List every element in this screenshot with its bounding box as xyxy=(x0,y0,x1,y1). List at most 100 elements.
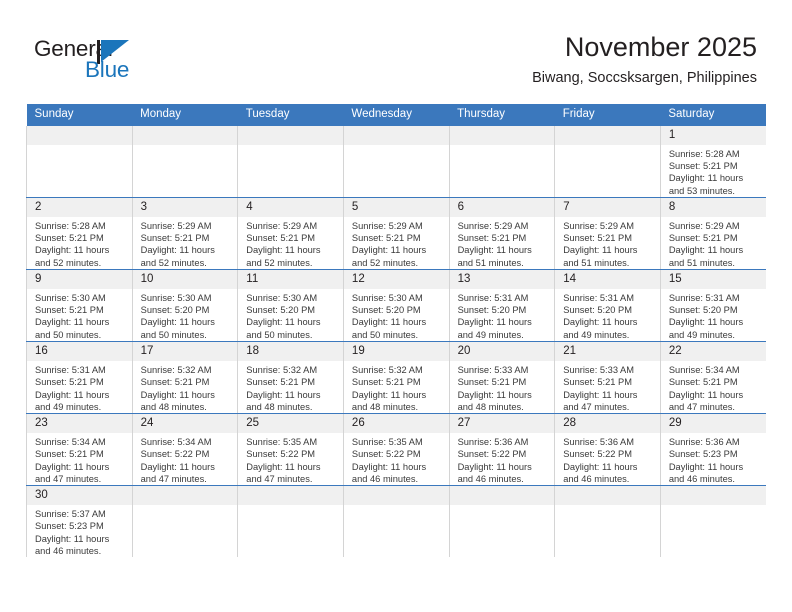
calendar-day-cell[interactable]: 16 Sunrise: 5:31 AM Sunset: 5:21 PM Dayligh… xyxy=(26,341,133,415)
sunset-text: Sunset: 5:21 PM xyxy=(668,161,738,172)
day-details: Sunrise: 5:33 AM Sunset: 5:21 PM Daylight:… xyxy=(450,361,555,413)
sunset-text: Sunset: 5:21 PM xyxy=(563,233,632,244)
sunset-text: Sunset: 5:21 PM xyxy=(351,233,421,244)
calendar-day-cell[interactable]: 19 Sunrise: 5:32 AM Sunset: 5:21 PM Dayligh… xyxy=(342,341,450,415)
daylight-text: Daylight: 11 hours and 46 minutes. xyxy=(457,461,532,484)
sunset-text: Sunset: 5:20 PM xyxy=(668,305,738,316)
calendar-day-cell[interactable]: 7 Sunrise: 5:29 AM Sunset: 5:21 PM Daylight… xyxy=(554,197,661,270)
daylight-text: Daylight: 11 hours and 49 minutes. xyxy=(563,317,638,340)
sunrise-text: Sunrise: 5:30 AM xyxy=(351,292,423,303)
calendar-day-cell[interactable]: 4 Sunrise: 5:29 AM Sunset: 5:21 PM Daylight… xyxy=(237,197,344,270)
calendar-day-cell[interactable]: 23 Sunrise: 5:34 AM Sunset: 5:21 PM Dayligh… xyxy=(26,413,133,487)
calendar-day-cell[interactable]: 20 Sunrise: 5:33 AM Sunset: 5:21 PM Dayligh… xyxy=(448,341,555,415)
calendar-day-cell-empty xyxy=(26,125,133,198)
day-number: 4 xyxy=(238,197,343,217)
day-details: Sunrise: 5:37 AM Sunset: 5:23 PM Daylight:… xyxy=(27,505,132,557)
sunrise-text: Sunrise: 5:34 AM xyxy=(140,437,212,448)
daylight-text: Daylight: 11 hours and 51 minutes. xyxy=(668,245,744,268)
calendar-page: General Blue November 2025 Biwang, Soccs… xyxy=(0,0,792,612)
calendar-day-cell[interactable]: 22 Sunrise: 5:34 AM Sunset: 5:21 PM Dayligh… xyxy=(659,341,766,415)
calendar-body: 1 Sunrise: 5:28 AM Sunset: 5:21 PM Daylight… xyxy=(26,125,766,558)
daylight-text: Daylight: 11 hours and 49 minutes. xyxy=(35,389,110,412)
calendar-day-cell[interactable]: 28 Sunrise: 5:36 AM Sunset: 5:22 PM Dayligh… xyxy=(554,413,661,487)
day-number: 3 xyxy=(132,197,238,217)
sunrise-text: Sunrise: 5:32 AM xyxy=(246,364,318,375)
calendar-day-cell[interactable]: 24 Sunrise: 5:34 AM Sunset: 5:22 PM Dayligh… xyxy=(131,413,238,487)
sunrise-text: Sunrise: 5:30 AM xyxy=(35,292,106,303)
daylight-text: Daylight: 11 hours and 50 minutes. xyxy=(140,317,215,340)
sunset-text: Sunset: 5:22 PM xyxy=(246,449,316,460)
day-number: 26 xyxy=(343,414,449,434)
calendar-day-cell[interactable]: 5 Sunrise: 5:29 AM Sunset: 5:21 PM Daylight… xyxy=(342,197,450,270)
sunset-text: Sunset: 5:21 PM xyxy=(351,377,421,388)
day-details: Sunrise: 5:31 AM Sunset: 5:20 PM Daylight:… xyxy=(555,289,660,341)
day-number: 2 xyxy=(27,197,132,217)
day-number: 23 xyxy=(27,414,132,434)
day-details: Sunrise: 5:34 AM Sunset: 5:21 PM Daylight:… xyxy=(661,361,766,413)
calendar-day-cell[interactable]: 17 Sunrise: 5:32 AM Sunset: 5:21 PM Dayligh… xyxy=(131,341,238,415)
day-number: 24 xyxy=(132,414,238,434)
calendar-day-cell[interactable]: 21 Sunrise: 5:33 AM Sunset: 5:21 PM Dayligh… xyxy=(554,341,661,415)
daylight-text: Daylight: 11 hours and 47 minutes. xyxy=(246,461,321,484)
sunset-text: Sunset: 5:20 PM xyxy=(457,305,527,316)
weekday-header-friday: Friday xyxy=(554,104,661,126)
daylight-text: Daylight: 11 hours and 47 minutes. xyxy=(668,389,744,412)
sunset-text: Sunset: 5:21 PM xyxy=(246,377,316,388)
day-number: 6 xyxy=(449,197,555,217)
day-number: 12 xyxy=(343,269,449,289)
calendar-day-cell[interactable]: 29 Sunrise: 5:36 AM Sunset: 5:23 PM Dayligh… xyxy=(659,413,766,487)
sunset-text: Sunset: 5:21 PM xyxy=(140,233,210,244)
calendar-day-cell[interactable]: 15 Sunrise: 5:31 AM Sunset: 5:20 PM Dayligh… xyxy=(659,269,766,342)
calendar-day-cell[interactable]: 26 Sunrise: 5:35 AM Sunset: 5:22 PM Dayligh… xyxy=(342,413,450,487)
sunrise-text: Sunrise: 5:31 AM xyxy=(668,292,740,303)
daylight-text: Daylight: 11 hours and 49 minutes. xyxy=(668,317,744,340)
calendar-day-cell[interactable]: 13 Sunrise: 5:31 AM Sunset: 5:20 PM Dayligh… xyxy=(448,269,555,342)
daylight-text: Daylight: 11 hours and 48 minutes. xyxy=(246,389,321,412)
calendar-day-cell[interactable]: 8 Sunrise: 5:29 AM Sunset: 5:21 PM Daylight… xyxy=(659,197,766,270)
calendar-day-cell[interactable]: 2 Sunrise: 5:28 AM Sunset: 5:21 PM Daylight… xyxy=(26,197,133,270)
weekday-header-thursday: Thursday xyxy=(449,104,555,126)
daylight-text: Daylight: 11 hours and 52 minutes. xyxy=(351,245,427,268)
sunrise-text: Sunrise: 5:29 AM xyxy=(351,220,423,231)
calendar-day-cell[interactable]: 12 Sunrise: 5:30 AM Sunset: 5:20 PM Dayligh… xyxy=(342,269,450,342)
calendar-day-cell[interactable]: 30 Sunrise: 5:37 AM Sunset: 5:23 PM Dayligh… xyxy=(26,485,133,558)
sunset-text: Sunset: 5:21 PM xyxy=(668,233,738,244)
calendar-week-row: 9 Sunrise: 5:30 AM Sunset: 5:21 PM Daylight… xyxy=(26,269,766,342)
day-number: 9 xyxy=(27,269,132,289)
day-details: Sunrise: 5:36 AM Sunset: 5:22 PM Daylight:… xyxy=(450,433,555,485)
sunset-text: Sunset: 5:22 PM xyxy=(457,449,527,460)
calendar-day-cell-empty xyxy=(448,485,555,558)
calendar-header-row: Sunday Monday Tuesday Wednesday Thursday Frid… xyxy=(26,104,766,126)
weekday-header-monday: Monday xyxy=(132,104,238,126)
sunrise-text: Sunrise: 5:29 AM xyxy=(563,220,635,231)
calendar-day-cell[interactable]: 11 Sunrise: 5:30 AM Sunset: 5:20 PM Dayligh… xyxy=(237,269,344,342)
day-number xyxy=(343,125,449,145)
calendar-day-cell[interactable]: 27 Sunrise: 5:36 AM Sunset: 5:22 PM Dayligh… xyxy=(448,413,555,487)
calendar-day-cell[interactable]: 9 Sunrise: 5:30 AM Sunset: 5:21 PM Daylight… xyxy=(26,269,133,342)
sunrise-text: Sunrise: 5:36 AM xyxy=(563,437,635,448)
calendar-day-cell[interactable]: 10 Sunrise: 5:30 AM Sunset: 5:20 PM Dayligh… xyxy=(131,269,238,342)
day-number xyxy=(449,486,555,506)
day-details: Sunrise: 5:34 AM Sunset: 5:21 PM Daylight:… xyxy=(27,433,132,485)
calendar-day-cell[interactable]: 3 Sunrise: 5:29 AM Sunset: 5:21 PM Daylight… xyxy=(131,197,238,270)
weekday-header-tuesday: Tuesday xyxy=(237,104,344,126)
calendar-day-cell-empty xyxy=(448,125,555,198)
daylight-text: Daylight: 11 hours and 53 minutes. xyxy=(668,173,744,196)
day-details: Sunrise: 5:28 AM Sunset: 5:21 PM Daylight:… xyxy=(27,217,132,269)
calendar-day-cell[interactable]: 14 Sunrise: 5:31 AM Sunset: 5:20 PM Dayligh… xyxy=(554,269,661,342)
calendar-day-cell[interactable]: 18 Sunrise: 5:32 AM Sunset: 5:21 PM Dayligh… xyxy=(237,341,344,415)
calendar-day-cell[interactable]: 1 Sunrise: 5:28 AM Sunset: 5:21 PM Daylight… xyxy=(659,125,766,198)
day-details: Sunrise: 5:34 AM Sunset: 5:22 PM Daylight:… xyxy=(133,433,238,485)
day-number: 11 xyxy=(238,269,343,289)
general-blue-logo[interactable]: General Blue xyxy=(34,37,204,88)
daylight-text: Daylight: 11 hours and 50 minutes. xyxy=(351,317,427,340)
day-number: 5 xyxy=(343,197,449,217)
sunset-text: Sunset: 5:21 PM xyxy=(35,305,104,316)
calendar-day-cell[interactable]: 25 Sunrise: 5:35 AM Sunset: 5:22 PM Dayligh… xyxy=(237,413,344,487)
daylight-text: Daylight: 11 hours and 48 minutes. xyxy=(351,389,427,412)
day-details: Sunrise: 5:30 AM Sunset: 5:20 PM Daylight:… xyxy=(133,289,238,341)
day-details: Sunrise: 5:29 AM Sunset: 5:21 PM Daylight:… xyxy=(555,217,660,269)
calendar-day-cell[interactable]: 6 Sunrise: 5:29 AM Sunset: 5:21 PM Daylight… xyxy=(448,197,555,270)
sunset-text: Sunset: 5:22 PM xyxy=(351,449,421,460)
title-block: November 2025 Biwang, Soccsksargen, Phil… xyxy=(532,32,757,87)
